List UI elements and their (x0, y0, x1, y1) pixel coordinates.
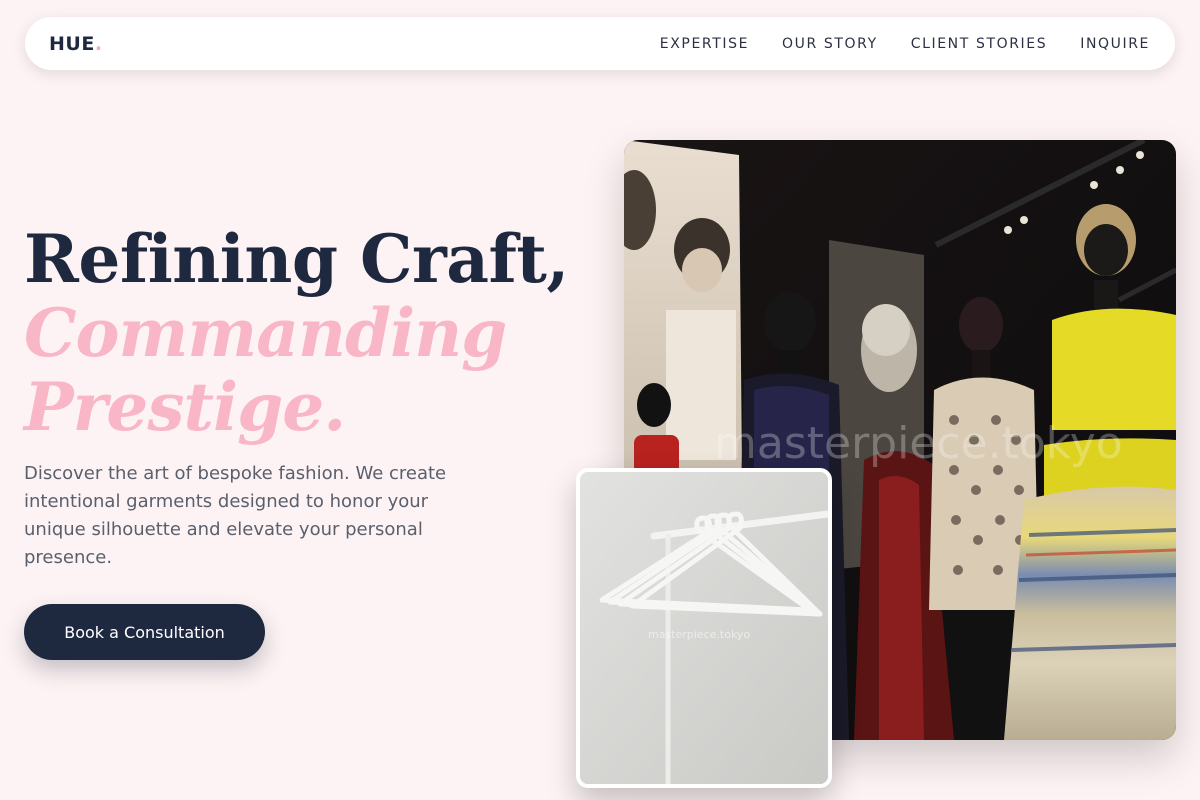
headline-line-2: Commanding (24, 294, 507, 372)
brand-logo[interactable]: HUE. (49, 33, 103, 55)
exhibit-watermark: masterpiece.tokyo (714, 418, 1123, 469)
top-nav: HUE. EXPERTISE OUR STORY CLIENT STORIES … (25, 17, 1175, 70)
headline-line-1: Refining Craft, (24, 220, 569, 298)
hero-headline: Refining Craft, Commanding Prestige. (24, 222, 584, 444)
brand-name: HUE (49, 32, 95, 55)
hanger-watermark: masterpiece.tokyo (648, 628, 750, 641)
hanger-photo: masterpiece.tokyo (576, 468, 832, 788)
headline-line-3: Prestige. (24, 368, 346, 446)
book-consultation-button[interactable]: Book a Consultation (24, 604, 265, 660)
nav-link-our-story[interactable]: OUR STORY (782, 36, 878, 52)
brand-dot: . (94, 32, 103, 55)
hero-description: Discover the art of bespoke fashion. We … (24, 463, 447, 568)
nav-links: EXPERTISE OUR STORY CLIENT STORIES INQUI… (660, 36, 1150, 52)
nav-link-client-stories[interactable]: CLIENT STORIES (911, 36, 1047, 52)
nav-link-expertise[interactable]: EXPERTISE (660, 36, 749, 52)
nav-link-inquire[interactable]: INQUIRE (1080, 36, 1150, 52)
